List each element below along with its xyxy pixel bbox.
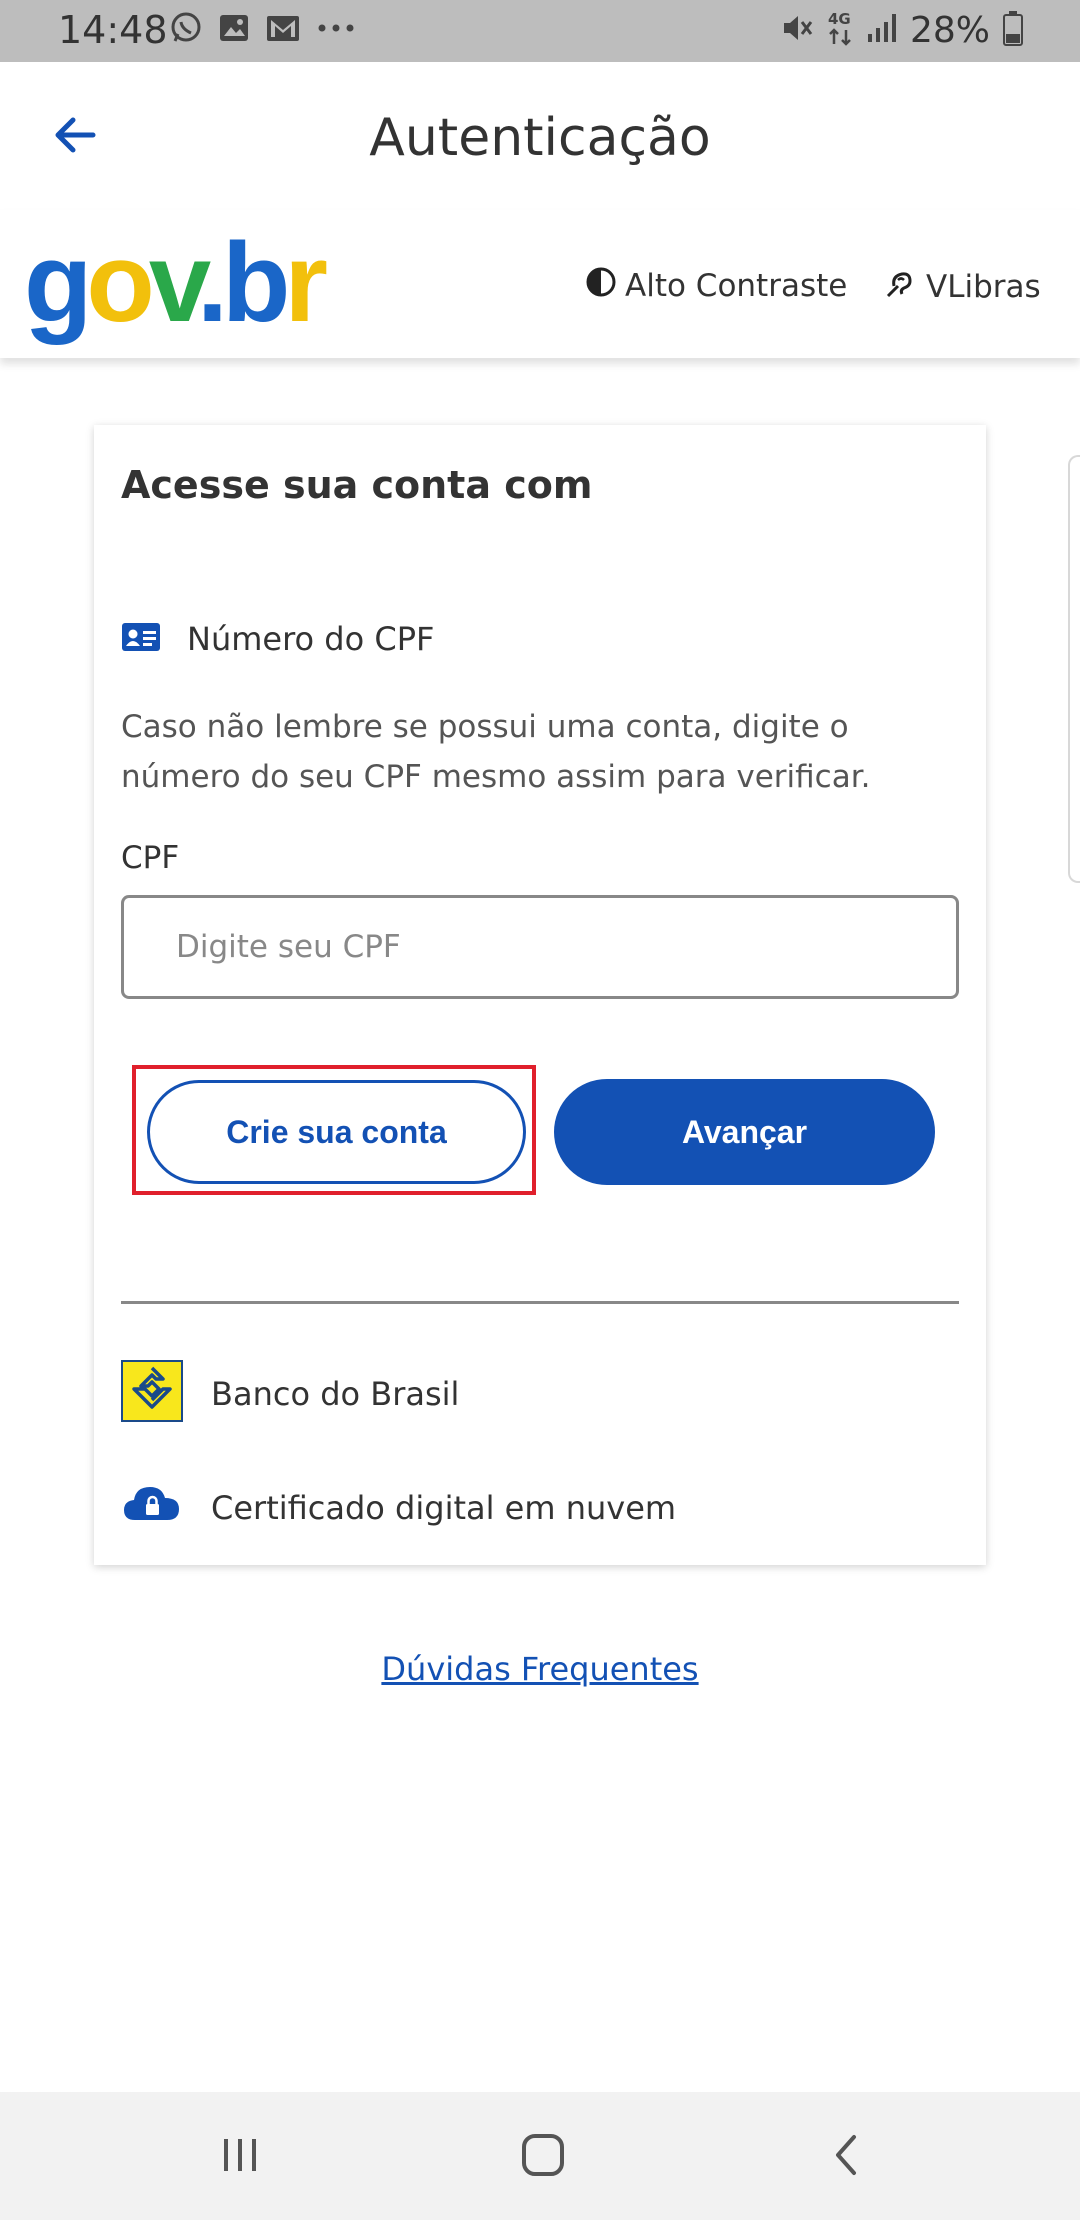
page-title: Autenticação — [369, 108, 711, 168]
banco-do-brasil-icon — [121, 1360, 183, 1427]
gov-br-logo[interactable]: gov.br — [24, 218, 328, 348]
recents-icon — [218, 2135, 262, 2180]
cpf-method-label: Número do CPF — [187, 620, 435, 658]
app-bar: Autenticação — [0, 62, 1080, 210]
back-icon — [826, 2131, 866, 2184]
create-account-button[interactable]: Crie sua conta — [147, 1080, 526, 1184]
side-panel-handle[interactable] — [1068, 455, 1080, 883]
status-notification-icons — [168, 10, 358, 51]
gallery-icon — [216, 10, 252, 51]
more-icon — [314, 10, 358, 51]
cpf-input[interactable] — [121, 895, 959, 999]
banco-do-brasil-label: Banco do Brasil — [211, 1374, 460, 1413]
cpf-method: Número do CPF — [121, 620, 434, 658]
status-system-icons: 4G 28% — [780, 8, 1024, 53]
recents-button[interactable] — [200, 2122, 280, 2192]
system-back-button[interactable] — [806, 2122, 886, 2192]
login-card: Acesse sua conta com Número do CPF Caso … — [94, 425, 986, 1565]
home-button[interactable] — [503, 2122, 583, 2192]
divider — [121, 1301, 959, 1304]
system-nav-bar — [0, 2092, 1080, 2220]
cpf-hint-text: Caso não lembre se possui uma conta, dig… — [121, 709, 871, 795]
vlibras-toggle[interactable]: VLibras — [884, 266, 1041, 308]
cloud-certificate-option[interactable]: Certificado digital em nuvem — [121, 1480, 676, 1535]
status-bar: 14:48 4G 28% — [0, 0, 1080, 62]
4g-icon: 4G — [826, 8, 854, 53]
card-title: Acesse sua conta com — [121, 463, 593, 507]
whatsapp-icon — [168, 10, 204, 51]
cpf-field-label: CPF — [121, 840, 180, 876]
banco-do-brasil-option[interactable]: Banco do Brasil — [121, 1360, 459, 1427]
cloud-certificate-label: Certificado digital em nuvem — [211, 1488, 677, 1527]
svg-text:4G: 4G — [828, 10, 851, 28]
id-card-icon — [121, 622, 161, 657]
signal-icon — [866, 10, 898, 51]
status-time: 14:48 — [58, 8, 168, 52]
mute-icon — [780, 10, 814, 51]
battery-level: 28% — [909, 10, 990, 51]
gov-header: gov.br Alto Contraste VLibras — [0, 210, 1080, 358]
high-contrast-toggle[interactable]: Alto Contraste — [585, 266, 847, 306]
home-icon — [519, 2131, 567, 2184]
vlibras-label: VLibras — [926, 269, 1041, 305]
battery-icon — [1002, 9, 1024, 52]
faq-link[interactable]: Dúvidas Frequentes — [0, 1650, 1080, 1688]
cloud-lock-icon — [121, 1480, 183, 1535]
gmail-icon — [264, 10, 302, 51]
next-button[interactable]: Avançar — [554, 1079, 935, 1185]
high-contrast-label: Alto Contraste — [625, 268, 848, 304]
sign-language-icon — [884, 266, 918, 308]
contrast-icon — [585, 266, 617, 306]
